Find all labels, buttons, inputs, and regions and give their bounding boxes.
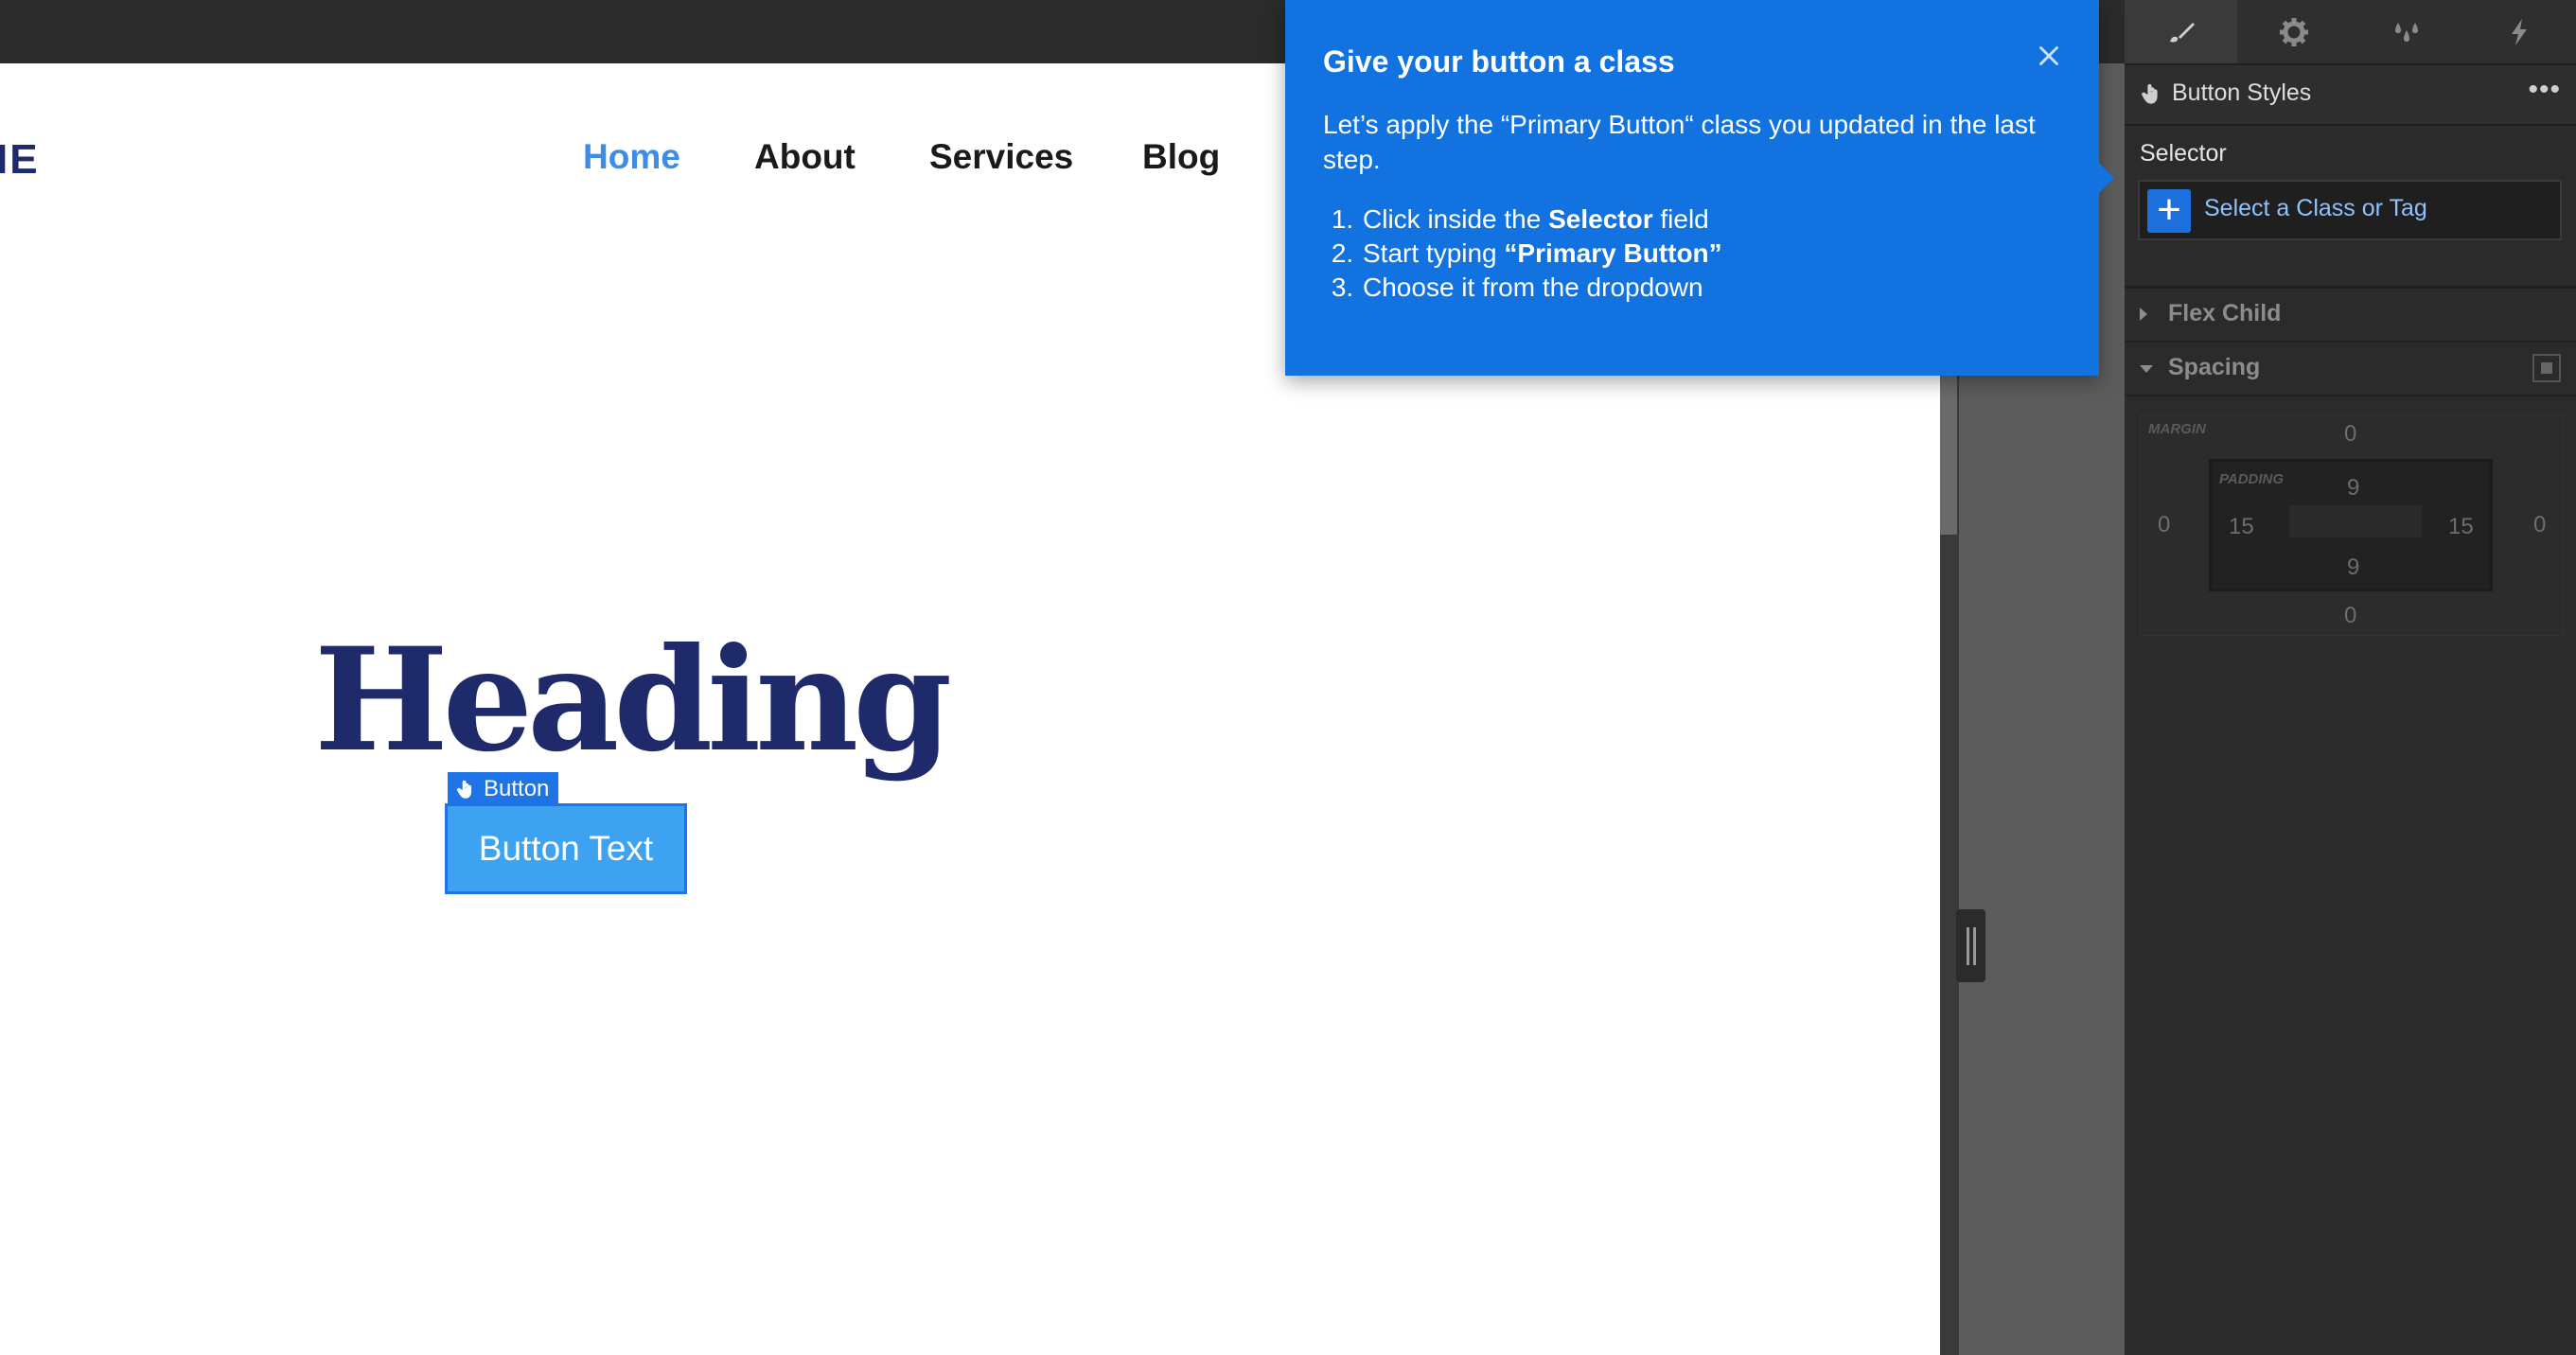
nav-link-services[interactable]: Services [929, 137, 1073, 177]
section-flex-child[interactable]: Flex Child [2125, 289, 2576, 343]
margin-left[interactable]: 0 [2158, 512, 2170, 538]
onboarding-tooltip: Give your button a class Let’s apply the… [1285, 0, 2114, 376]
plus-icon[interactable]: + [2147, 189, 2191, 233]
style-panel: Button Styles ••• Selector + Select a Cl… [2125, 0, 2576, 1355]
tooltip-step: Start typing “Primary Button” [1361, 237, 1722, 271]
tab-style-manager[interactable] [2350, 0, 2462, 63]
padding-top[interactable]: 9 [2347, 475, 2359, 502]
margin-top[interactable]: 0 [2344, 421, 2356, 448]
margin-right[interactable]: 0 [2533, 512, 2546, 538]
box-model-icon[interactable] [2532, 354, 2561, 382]
close-icon[interactable] [2033, 40, 2065, 72]
tooltip-step: Choose it from the dropdown [1361, 271, 1722, 305]
padding-label: PADDING [2219, 471, 2285, 487]
brush-icon [2169, 22, 2195, 43]
caret-right-icon [2140, 308, 2147, 321]
page-heading[interactable]: Heading [314, 629, 952, 771]
margin-label: MARGIN [2148, 421, 2206, 437]
section-title: Flex Child [2168, 300, 2282, 326]
tooltip-step: Click inside the Selector field [1361, 202, 1722, 237]
grip-icon [1966, 926, 1976, 965]
padding-box: PADDING 9 15 15 9 [2209, 459, 2493, 591]
tooltip-steps: Click inside the Selector field Start ty… [1323, 202, 1722, 305]
hand-pointer-icon [456, 780, 472, 799]
lightning-icon [2511, 18, 2527, 45]
gear-icon [2279, 17, 2308, 46]
padding-right[interactable]: 15 [2448, 514, 2474, 540]
padding-left[interactable]: 15 [2229, 514, 2254, 540]
selector-field[interactable]: + Select a Class or Tag [2138, 180, 2562, 240]
section-spacing[interactable]: Spacing [2125, 343, 2576, 396]
canvas-button[interactable]: Button Text [445, 803, 687, 894]
section-title: Spacing [2168, 354, 2261, 380]
drops-icon [2394, 22, 2418, 42]
caret-down-icon [2140, 365, 2153, 373]
canvas-scrollbar-thumb[interactable] [1940, 374, 1957, 535]
panel-tabs [2125, 0, 2576, 63]
nav-link-home[interactable]: Home [583, 137, 680, 177]
selector-placeholder: Select a Class or Tag [2204, 195, 2427, 221]
nav-link-about[interactable]: About [754, 137, 856, 177]
tab-style[interactable] [2125, 0, 2237, 63]
styles-header: Button Styles ••• [2125, 63, 2576, 126]
selected-element-label: Button [448, 772, 559, 806]
site-logo[interactable]: IE [0, 136, 40, 184]
more-options-button[interactable]: ••• [2528, 76, 2561, 104]
canvas-resize-handle[interactable] [1956, 909, 1985, 982]
margin-bottom[interactable]: 0 [2344, 603, 2356, 629]
tab-settings[interactable] [2237, 0, 2350, 63]
selected-element-type: Button [484, 776, 550, 801]
tab-interactions[interactable] [2462, 0, 2575, 63]
padding-bottom[interactable]: 9 [2347, 554, 2359, 581]
spacing-editor: MARGIN 0 0 0 0 PADDING 9 15 15 9 [2140, 414, 2564, 636]
nav-link-blog[interactable]: Blog [1142, 137, 1220, 177]
content-box [2289, 505, 2422, 537]
tooltip-title: Give your button a class [1323, 44, 1675, 79]
selector-label: Selector [2140, 140, 2227, 167]
hand-pointer-icon [2142, 83, 2158, 104]
styles-title: Button Styles [2172, 79, 2312, 106]
tooltip-body: Let’s apply the “Primary Button“ class y… [1323, 110, 2036, 174]
